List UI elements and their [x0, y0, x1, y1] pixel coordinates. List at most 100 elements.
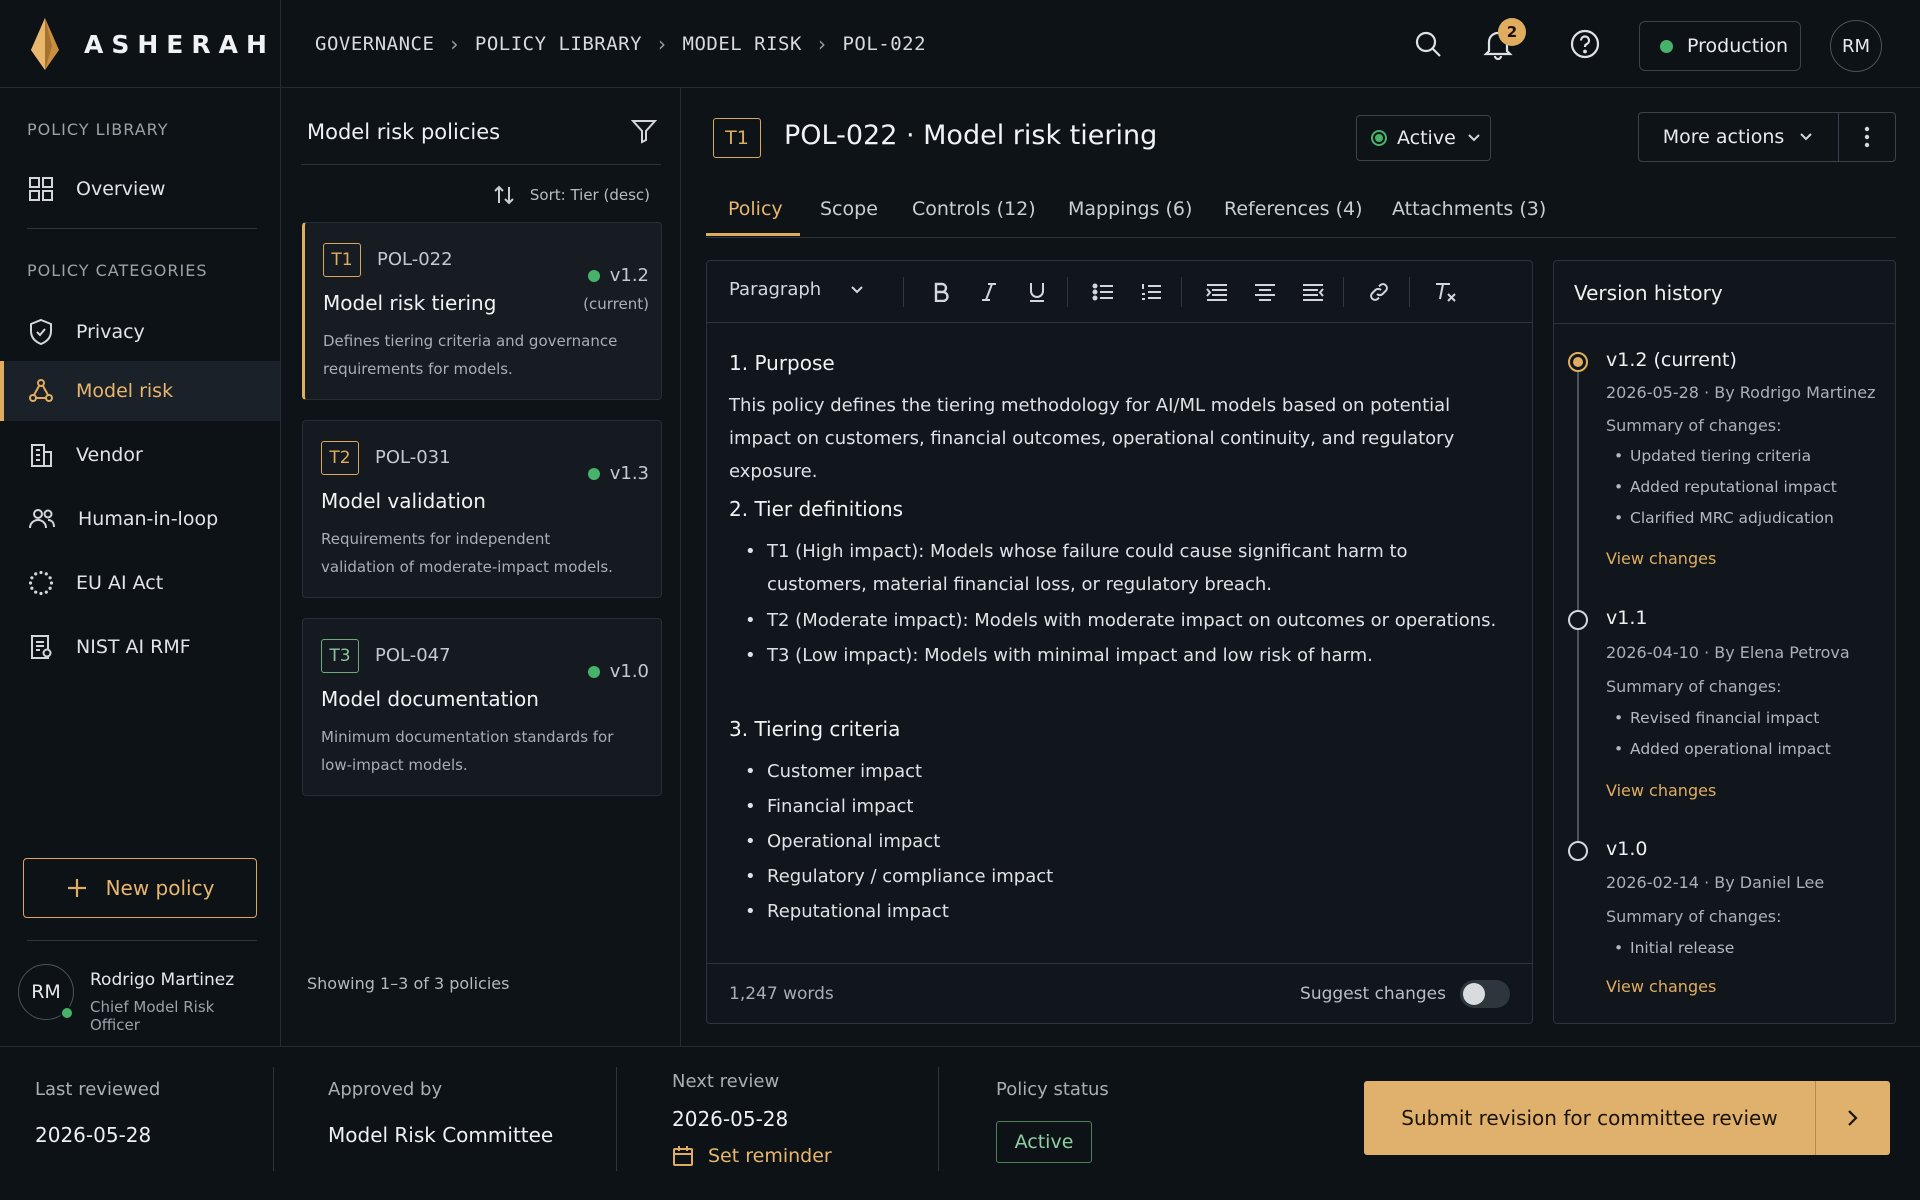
policy-version: v1.3: [587, 463, 649, 484]
avatar[interactable]: RM: [1830, 20, 1882, 72]
sidebar-item-privacy[interactable]: Privacy: [0, 302, 280, 362]
sidebar-item-human-in-loop[interactable]: Human-in-loop: [0, 489, 280, 549]
status-dot: [587, 665, 600, 678]
breadcrumb-policy-library[interactable]: POLICY LIBRARY: [475, 33, 642, 55]
breadcrumb: GOVERNANCE › POLICY LIBRARY › MODEL RISK…: [315, 0, 926, 88]
new-policy-button[interactable]: New policy: [23, 858, 257, 918]
top-bar: ASHERAH GOVERNANCE › POLICY LIBRARY › MO…: [0, 0, 1920, 88]
paragraph-style-dropdown[interactable]: Paragraph: [729, 279, 865, 300]
network-icon: [28, 378, 54, 404]
list-item: Operational impact: [743, 825, 1503, 858]
editor-toolbar: Paragraph: [707, 261, 1532, 323]
status-dropdown[interactable]: Active: [1356, 115, 1491, 161]
bell-icon[interactable]: 2: [1478, 18, 1526, 64]
clear-formatting-icon[interactable]: [1429, 276, 1461, 308]
status-badge: Active: [996, 1121, 1092, 1163]
policy-name: Model documentation: [321, 687, 539, 711]
last-reviewed-label: Last reviewed: [35, 1079, 161, 1100]
tab-policy[interactable]: Policy: [728, 198, 783, 238]
user-card[interactable]: RM Rodrigo Martinez Chief Model Risk Off…: [18, 960, 268, 1034]
set-reminder-label: Set reminder: [708, 1145, 832, 1167]
version-meta: 2026-05-28 · By Rodrigo Martinez: [1606, 383, 1876, 402]
sidebar-item-eu-ai-act[interactable]: EU AI Act: [0, 553, 280, 613]
summary-label: Summary of changes:: [1606, 907, 1782, 926]
sort-label: Sort: Tier (desc): [529, 186, 650, 204]
change-item: Revised financial impact: [1614, 709, 1819, 727]
divider: [27, 228, 257, 229]
plus-icon: [66, 877, 88, 899]
sidebar-item-overview[interactable]: Overview: [0, 159, 280, 219]
sidebar-heading-categories: POLICY CATEGORIES: [27, 261, 208, 280]
italic-icon[interactable]: [973, 276, 1005, 308]
logo[interactable]: ASHERAH: [0, 0, 281, 88]
divider: [938, 1067, 939, 1171]
sidebar-item-label: Vendor: [76, 444, 143, 466]
filter-icon[interactable]: [631, 118, 657, 144]
timeline-node: [1568, 610, 1588, 630]
bullet-list-icon[interactable]: [1087, 276, 1119, 308]
policy-card-pol-022[interactable]: T1 POL-022 v1.2 (current) Model risk tie…: [302, 222, 662, 400]
set-reminder-button[interactable]: Set reminder: [672, 1145, 832, 1167]
view-changes-link[interactable]: View changes: [1606, 549, 1716, 568]
approved-by-value: Model Risk Committee: [328, 1123, 554, 1147]
chevron-right-icon: ›: [658, 32, 667, 56]
sidebar-item-vendor[interactable]: Vendor: [0, 425, 280, 485]
breadcrumb-governance[interactable]: GOVERNANCE: [315, 33, 434, 55]
toolbar-separator: [903, 277, 904, 307]
tab-scope[interactable]: Scope: [820, 198, 878, 238]
notification-badge: 2: [1498, 18, 1526, 46]
status-dot: [587, 467, 600, 480]
policy-card-pol-047[interactable]: T3 POL-047 v1.0 Model documentation Mini…: [302, 618, 662, 796]
list-item: T3 (Low impact): Models with minimal imp…: [743, 639, 1503, 672]
tab-controls[interactable]: Controls (12): [912, 198, 1036, 238]
environment-label: Production: [1687, 35, 1789, 57]
sidebar-item-nist-ai-rmf[interactable]: NIST AI RMF: [0, 617, 280, 677]
search-icon[interactable]: [1408, 24, 1448, 64]
policy-list-title: Model risk policies: [307, 120, 501, 144]
version-date: 2026-02-14: [1606, 873, 1699, 892]
tab-references[interactable]: References (4): [1224, 198, 1363, 238]
sort-control[interactable]: Sort: Tier (desc): [492, 184, 650, 206]
chevron-right-icon[interactable]: [1816, 1081, 1888, 1155]
link-icon[interactable]: [1363, 276, 1395, 308]
status-dot: [1660, 39, 1673, 53]
divider: [301, 164, 661, 165]
suggest-changes-toggle[interactable]: [1460, 980, 1510, 1008]
underline-icon[interactable]: [1021, 276, 1053, 308]
view-changes-link[interactable]: View changes: [1606, 781, 1716, 800]
version-label: v1.3: [609, 463, 649, 484]
tab-attachments[interactable]: Attachments (3): [1392, 198, 1546, 238]
breadcrumb-model-risk[interactable]: MODEL RISK: [683, 33, 802, 55]
environment-selector[interactable]: Production: [1639, 21, 1801, 71]
sidebar-item-label: NIST AI RMF: [76, 636, 191, 658]
align-center-icon[interactable]: [1249, 276, 1281, 308]
sidebar-item-model-risk[interactable]: Model risk: [0, 361, 280, 421]
section-paragraph: This policy defines the tiering methodol…: [729, 395, 1455, 482]
sidebar-item-label: Human-in-loop: [78, 508, 219, 530]
building-icon: [28, 442, 54, 468]
bold-icon[interactable]: [925, 276, 957, 308]
more-actions-dropdown: More actions: [1638, 112, 1896, 162]
submit-revision-label: Submit revision for committee review: [1364, 1081, 1816, 1155]
summary-label: Summary of changes:: [1606, 677, 1782, 696]
numbered-list-icon[interactable]: [1135, 276, 1167, 308]
document-icon: [28, 634, 54, 660]
view-changes-link[interactable]: View changes: [1606, 977, 1716, 996]
version-date: 2026-04-10: [1606, 643, 1699, 662]
policy-version: v1.0: [587, 661, 649, 682]
submit-revision-button[interactable]: Submit revision for committee review: [1364, 1081, 1890, 1155]
approved-by-label: Approved by: [328, 1079, 443, 1100]
chevron-down-icon: [849, 284, 865, 296]
help-icon[interactable]: [1565, 24, 1605, 64]
policy-tabs: Policy Scope Controls (12) Mappings (6) …: [706, 188, 1896, 238]
align-left-icon[interactable]: [1201, 276, 1233, 308]
align-right-icon[interactable]: [1297, 276, 1329, 308]
suggest-changes-label: Suggest changes: [1300, 984, 1446, 1004]
more-actions-button[interactable]: More actions: [1639, 113, 1839, 161]
tab-mappings[interactable]: Mappings (6): [1068, 198, 1192, 238]
kebab-menu-icon[interactable]: [1839, 113, 1895, 161]
policy-card-pol-031[interactable]: T2 POL-031 v1.3 Model validation Require…: [302, 420, 662, 598]
policy-description: Defines tiering criteria and governance …: [323, 332, 618, 378]
word-count: 1,247 words: [729, 984, 834, 1004]
policy-list-panel: Model risk policies Sort: Tier (desc) T1…: [281, 88, 681, 1046]
